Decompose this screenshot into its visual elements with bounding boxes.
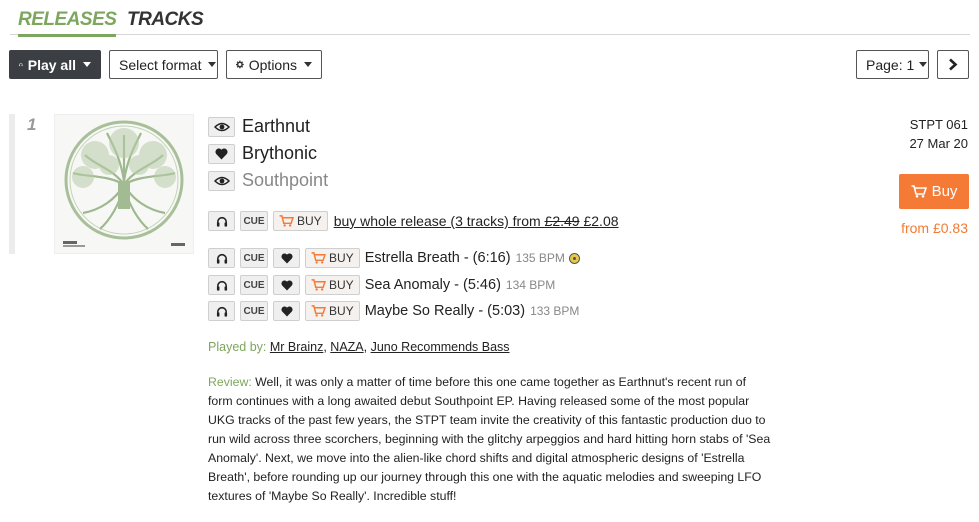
heart-icon <box>280 252 293 264</box>
select-format-button[interactable]: Select format <box>109 50 218 79</box>
follow-artist-button[interactable] <box>208 116 235 137</box>
track-title: Sea Anomaly - (5:46) <box>364 277 501 293</box>
cue-release-button[interactable]: CUE <box>240 211 268 231</box>
played-by-link[interactable]: Juno Recommends Bass <box>371 340 510 354</box>
track-row: CUE BUY Sea Anomaly - (5:46) 134 BPM <box>208 275 555 295</box>
track-bpm: 134 BPM <box>505 278 556 292</box>
disc-icon <box>568 252 580 264</box>
label-row: Southpoint <box>208 170 328 191</box>
played-by-link[interactable]: Mr Brainz <box>270 340 323 354</box>
headphones-icon <box>216 306 227 317</box>
release-artwork[interactable] <box>54 114 194 254</box>
buy-whole-release-link[interactable]: buy whole release (3 tracks) from £2.49 … <box>334 213 619 229</box>
play-track-button[interactable] <box>208 275 235 295</box>
artist-row: Earthnut <box>208 116 310 137</box>
cue-track-button[interactable]: CUE <box>240 275 268 295</box>
buy-small-label: BUY <box>329 278 354 292</box>
buy-release-button[interactable]: Buy <box>899 174 969 209</box>
track-bpm: 135 BPM <box>515 251 565 265</box>
tab-releases[interactable]: RELEASES <box>18 9 117 37</box>
heart-icon <box>280 279 293 291</box>
buy-small-label: BUY <box>329 251 354 265</box>
options-button[interactable]: Options <box>226 50 322 79</box>
headphones-icon <box>216 216 227 227</box>
next-page-button[interactable] <box>937 50 969 79</box>
release-actions-row: CUE BUY buy whole release (3 tracks) fro… <box>208 211 619 231</box>
caret-down-icon <box>83 62 91 67</box>
catalog-number: STPT 061 <box>909 117 968 132</box>
buy-small-label: BUY <box>329 304 354 318</box>
select-format-label: Select format <box>119 56 202 73</box>
track-title: Maybe So Really - (5:03) <box>364 303 526 319</box>
cart-icon <box>279 215 294 227</box>
played-by-link[interactable]: NAZA <box>330 340 363 354</box>
artist-name[interactable]: Earthnut <box>242 116 310 137</box>
track-row: CUE BUY Estrella Breath - (6:16) 135 BPM <box>208 248 580 268</box>
cart-icon <box>911 185 927 198</box>
play-release-button[interactable] <box>208 211 235 231</box>
review-label: Review: <box>208 375 252 389</box>
caret-down-icon <box>304 62 312 67</box>
from-price: from £0.83 <box>901 220 968 236</box>
cart-icon <box>311 279 326 291</box>
headphones-icon <box>216 253 227 264</box>
review-text: Well, it was only a matter of time befor… <box>208 375 771 503</box>
release-number: 1 <box>27 115 37 134</box>
heart-icon <box>215 148 228 159</box>
caret-down-icon <box>208 62 217 67</box>
title-row: Brythonic <box>208 143 317 164</box>
eye-icon <box>213 176 230 185</box>
wishlist-track-button[interactable] <box>273 301 300 321</box>
eye-icon <box>213 122 230 131</box>
cue-track-button[interactable]: CUE <box>240 248 268 268</box>
add-wishlist-button[interactable] <box>208 143 235 164</box>
headphones-icon <box>19 63 23 67</box>
play-track-button[interactable] <box>208 248 235 268</box>
play-all-button[interactable]: Play all <box>9 50 101 79</box>
track-bpm: 133 BPM <box>530 304 580 318</box>
chevron-right-icon <box>949 58 958 71</box>
cart-icon <box>311 252 326 264</box>
track-title: Estrella Breath - (6:16) <box>364 250 511 266</box>
buy-small-release-button[interactable]: BUY <box>273 211 328 231</box>
page-select-button[interactable]: Page: 1 <box>856 50 929 79</box>
release-title[interactable]: Brythonic <box>242 143 317 164</box>
buy-track-button[interactable]: BUY <box>305 275 360 295</box>
follow-label-button[interactable] <box>208 170 235 191</box>
track-row: CUE BUY Maybe So Really - (5:03) 133 BPM <box>208 301 579 321</box>
headphones-icon <box>216 280 227 291</box>
review: Review: Well, it was only a matter of ti… <box>208 373 773 506</box>
buy-track-button[interactable]: BUY <box>305 301 360 321</box>
wishlist-track-button[interactable] <box>273 248 300 268</box>
buy-small-label: BUY <box>297 214 322 228</box>
cue-track-button[interactable]: CUE <box>240 301 268 321</box>
heart-icon <box>280 305 293 317</box>
tree-of-life-artwork <box>63 120 185 247</box>
cart-icon <box>311 305 326 317</box>
buy-label: Buy <box>931 183 958 200</box>
page-label: Page: 1 <box>866 56 915 73</box>
release-highlight-bar <box>9 114 15 254</box>
options-label: Options <box>248 56 297 73</box>
buy-whole-text: buy whole release (3 tracks) from <box>333 213 545 229</box>
buy-track-button[interactable]: BUY <box>305 248 360 268</box>
wishlist-track-button[interactable] <box>273 275 300 295</box>
new-price: £2.08 <box>583 213 619 229</box>
play-all-label: Play all <box>27 56 76 73</box>
played-by-label: Played by: <box>208 340 267 354</box>
tab-bar: RELEASES TRACKS <box>10 0 970 37</box>
label-name[interactable]: Southpoint <box>242 170 328 191</box>
old-price: £2.49 <box>544 213 580 229</box>
tab-tracks[interactable]: TRACKS <box>127 9 204 31</box>
play-track-button[interactable] <box>208 301 235 321</box>
caret-down-icon <box>919 62 928 67</box>
release-date: 27 Mar 20 <box>909 136 968 151</box>
gear-icon <box>236 60 244 69</box>
played-by: Played by: Mr Brainz, NAZA, Juno Recomme… <box>208 340 510 354</box>
